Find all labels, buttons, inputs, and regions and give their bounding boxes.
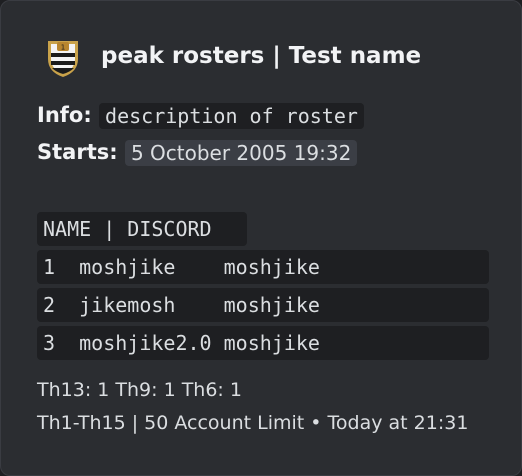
townhall-counts: Th13: 1 Th9: 1 Th6: 1 xyxy=(37,379,242,401)
footer-time: Today at 21:31 xyxy=(327,412,469,434)
roster-embed: 1 peak rosters | Test name Info: descrip… xyxy=(0,0,522,476)
embed-footer: Th1-Th15 | 50 Account Limit • Today at 2… xyxy=(37,412,468,434)
starts-label: Starts: xyxy=(37,140,118,164)
roster-header: NAME | DISCORD xyxy=(37,212,247,246)
roster-row: 3 moshjike2.0 moshjike xyxy=(37,326,489,360)
roster-row: 2 jikemosh moshjike xyxy=(37,288,489,322)
striped-shield-badge-icon: 1 xyxy=(48,41,78,77)
info-value: description of roster xyxy=(99,103,364,129)
roster-row: 1 moshjike moshjike xyxy=(37,250,489,284)
info-label: Info: xyxy=(37,103,92,127)
footer-separator: • xyxy=(310,412,322,434)
info-field: Info: description of roster xyxy=(37,103,364,129)
starts-timestamp[interactable]: 5 October 2005 19:32 xyxy=(124,140,358,166)
svg-text:1: 1 xyxy=(61,44,65,52)
starts-field: Starts: 5 October 2005 19:32 xyxy=(37,140,358,166)
author-name[interactable]: peak rosters | Test name xyxy=(101,43,421,69)
footer-text: Th1-Th15 | 50 Account Limit xyxy=(37,412,305,434)
embed-author: 1 peak rosters | Test name xyxy=(45,37,421,79)
